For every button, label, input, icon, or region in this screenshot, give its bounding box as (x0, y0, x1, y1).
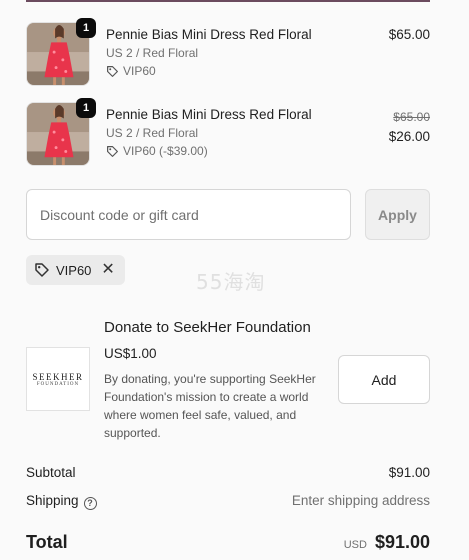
logo-subtext: FOUNDATION (36, 381, 80, 387)
item-price: $26.00 (388, 129, 430, 144)
foundation-logo: SEEKHER FOUNDATION (26, 347, 90, 411)
tag-icon (35, 263, 49, 277)
donation-title: Donate to SeekHer Foundation (104, 319, 311, 336)
apply-button[interactable]: Apply (365, 189, 430, 240)
close-icon[interactable]: ✕ (101, 262, 114, 278)
add-donation-button[interactable]: Add (338, 355, 430, 404)
total-value: $91.00 (374, 532, 430, 552)
item-discount: VIP60 (106, 62, 312, 80)
quantity-badge: 1 (76, 18, 96, 38)
total-label: Total (26, 532, 68, 552)
subtotal-value: $91.00 (388, 465, 430, 480)
item-discount: VIP60 (-$39.00) (106, 142, 312, 160)
discount-code-input[interactable] (26, 189, 351, 240)
item-original-price: $65.00 (393, 110, 430, 124)
help-icon[interactable]: ? (83, 497, 97, 510)
product-variant: US 2 / Red Floral (106, 46, 199, 60)
item-discount-code: VIP60 (123, 64, 156, 78)
section-divider (26, 0, 430, 2)
quantity-badge: 1 (76, 98, 96, 118)
applied-discount-code: VIP60 (56, 262, 92, 278)
currency-code: USD (343, 539, 367, 551)
tag-icon (107, 65, 118, 77)
applied-discount-chip: VIP60 ✕ (26, 255, 125, 285)
donation-description: By donating, you're supporting SeekHer F… (104, 372, 316, 440)
shipping-row: Shipping? Enter shipping address (26, 493, 430, 510)
shipping-label: Shipping (26, 493, 79, 508)
tag-icon (107, 145, 118, 157)
product-variant: US 2 / Red Floral (106, 126, 199, 140)
shipping-value: Enter shipping address (291, 493, 430, 508)
watermark: 55海淘 (196, 270, 266, 294)
item-info: Pennie Bias Mini Dress Red Floral US 2 /… (106, 106, 312, 160)
donation-amount: US$1.00 (104, 346, 157, 361)
subtotal-row: Subtotal $91.00 (26, 465, 430, 480)
item-info: Pennie Bias Mini Dress Red Floral US 2 /… (106, 26, 312, 80)
subtotal-label: Subtotal (26, 465, 76, 480)
line-item: 1 Pennie Bias Mini Dress Red Floral US 2… (26, 18, 430, 88)
item-discount-code: VIP60 (-$39.00) (123, 144, 208, 158)
product-name: Pennie Bias Mini Dress Red Floral (106, 27, 312, 42)
total-amount-group: USD $91.00 (344, 532, 430, 553)
item-price: $65.00 (388, 27, 430, 42)
logo-text: SEEKHER (32, 371, 84, 382)
line-item: 1 Pennie Bias Mini Dress Red Floral US 2… (26, 98, 430, 168)
product-name: Pennie Bias Mini Dress Red Floral (106, 107, 312, 122)
